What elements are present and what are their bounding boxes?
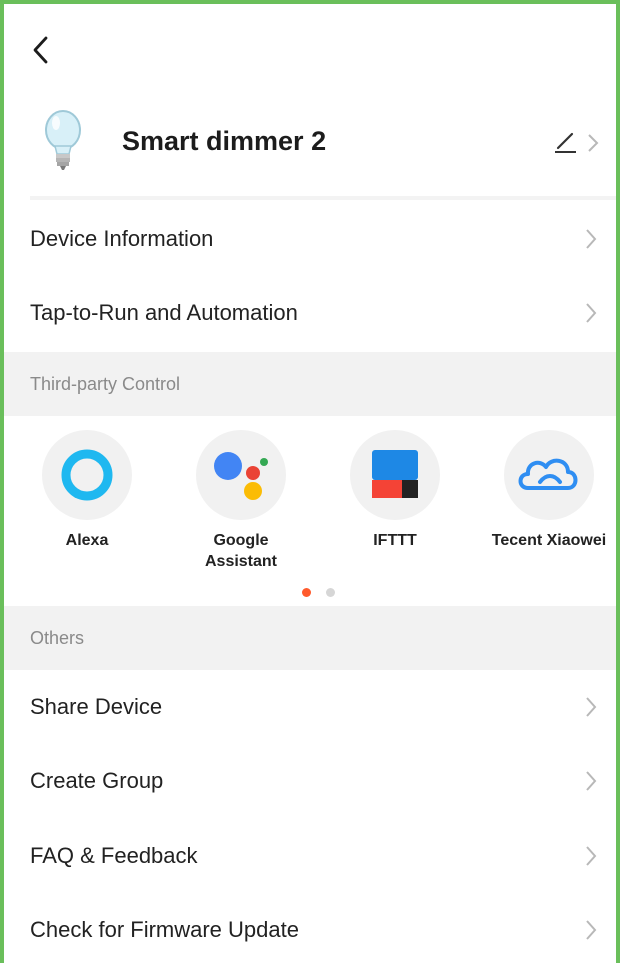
icon-circle	[196, 430, 286, 520]
chevron-right-icon	[586, 920, 597, 940]
section-title: Third-party Control	[30, 373, 181, 394]
tecent-xiaowei-label: Tecent Xiaowei	[491, 532, 607, 549]
google-assistant-label: Google Assistant	[166, 530, 316, 572]
back-arrow-icon	[33, 36, 48, 64]
ifttt-item[interactable]: IFTTT	[320, 430, 470, 551]
chevron-right-icon	[588, 134, 599, 152]
alexa-label: Alexa	[65, 532, 109, 549]
tecent-xiaowei-icon	[518, 458, 578, 490]
check-firmware-update-row[interactable]: Check for Firmware Update	[4, 893, 616, 967]
faq-feedback-row[interactable]: FAQ & Feedback	[4, 819, 616, 893]
label-line-1: Google	[213, 532, 269, 549]
chevron-right-icon	[586, 697, 597, 717]
tecent-xiaowei-item[interactable]: Tecent Xiaowei	[474, 430, 620, 551]
settings-screen: Smart dimmer 2 Device Information Tap-to…	[0, 0, 620, 963]
row-label: Tap-to-Run and Automation	[30, 300, 298, 325]
icon-circle	[504, 430, 594, 520]
divider	[30, 196, 616, 200]
device-name: Smart dimmer 2	[122, 126, 327, 156]
google-assistant-icon	[214, 452, 268, 500]
alexa-icon	[61, 449, 113, 501]
page-dot-inactive[interactable]	[326, 588, 335, 597]
third-party-section-header: Third-party Control	[4, 352, 616, 416]
chevron-right-icon	[586, 229, 597, 249]
row-label: Device Information	[30, 226, 214, 251]
icon-circle	[350, 430, 440, 520]
chevron-right-icon	[586, 771, 597, 791]
row-label: Check for Firmware Update	[30, 917, 299, 942]
alexa-item[interactable]: Alexa	[12, 430, 162, 551]
tap-to-run-automation-row[interactable]: Tap-to-Run and Automation	[4, 276, 616, 350]
edit-icon[interactable]	[552, 128, 578, 154]
icon-circle	[42, 430, 132, 520]
others-section-header: Others	[4, 606, 616, 670]
label-line-2: Assistant	[204, 553, 278, 570]
create-group-row[interactable]: Create Group	[4, 744, 616, 818]
row-label: Create Group	[30, 768, 164, 793]
section-title: Others	[30, 627, 85, 648]
chevron-right-icon	[586, 303, 597, 323]
page-dot-active[interactable]	[302, 588, 311, 597]
light-bulb-icon	[45, 110, 81, 170]
google-assistant-item[interactable]: Google Assistant	[166, 430, 316, 572]
row-label: FAQ & Feedback	[30, 843, 198, 868]
device-header[interactable]: Smart dimmer 2	[4, 104, 616, 190]
row-label: Share Device	[30, 694, 163, 719]
back-button[interactable]	[26, 32, 56, 68]
ifttt-icon	[372, 450, 418, 498]
device-information-row[interactable]: Device Information	[4, 202, 616, 276]
share-device-row[interactable]: Share Device	[4, 670, 616, 744]
ifttt-label: IFTTT	[373, 532, 417, 549]
chevron-right-icon	[586, 846, 597, 866]
